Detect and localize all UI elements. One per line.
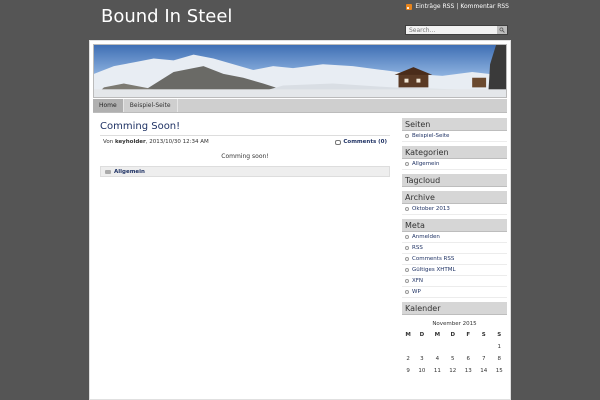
calendar-cell <box>402 341 414 353</box>
calendar-day-header: D <box>450 332 456 338</box>
bullet-icon <box>405 257 409 261</box>
calendar-cell <box>414 341 429 353</box>
calendar-day-header: S <box>497 332 502 338</box>
calendar-cell <box>430 341 445 353</box>
comments-link[interactable]: Comments (0) <box>335 139 387 145</box>
sidebar-item-wp[interactable]: WP <box>402 287 507 298</box>
bullet-icon <box>405 279 409 283</box>
calendar-cell: 2 <box>406 356 410 362</box>
search-box <box>405 25 508 35</box>
post-category-link[interactable]: Allgemein <box>114 169 145 175</box>
search-input[interactable] <box>406 26 497 34</box>
post-date: , 2013/10/30 12:34 AM <box>145 139 209 145</box>
nav-item-home[interactable]: Home <box>93 99 124 112</box>
calendar-cell: 4 <box>435 356 440 362</box>
calendar-cell <box>445 341 460 353</box>
calendar-cell: 10 <box>418 368 426 374</box>
calendar-cell <box>461 341 476 353</box>
widget-title-meta: Meta <box>402 219 507 232</box>
search-button[interactable] <box>497 26 507 34</box>
widget-title-kalender: Kalender <box>402 302 507 315</box>
search-icon <box>499 27 505 33</box>
calendar-cell: 15 <box>495 368 503 374</box>
post-title[interactable]: Comming Soon! <box>100 121 390 136</box>
calendar: November 2015 M D M D F S S 1 2 3 4 5 6 … <box>402 317 507 377</box>
sidebar-item-label[interactable]: Gültiges XHTML <box>412 267 456 273</box>
calendar-day-header: M <box>405 332 411 338</box>
calendar-cell: 8 <box>497 356 501 362</box>
sidebar-item-label[interactable]: Beispiel-Seite <box>412 133 449 139</box>
bullet-icon <box>405 290 409 294</box>
folder-icon <box>105 169 111 174</box>
calendar-cell: 6 <box>466 356 471 362</box>
rss-entries-link[interactable]: Einträge RSS <box>415 3 454 10</box>
widget-title-seiten: Seiten <box>402 118 507 131</box>
calendar-cell <box>476 341 491 353</box>
calendar-day-header: F <box>466 332 471 338</box>
calendar-day-header: D <box>419 332 425 338</box>
header-banner <box>93 44 507 98</box>
comments-label[interactable]: Comments (0) <box>343 139 387 145</box>
sidebar-item-beispiel-seite[interactable]: Beispiel-Seite <box>402 131 507 142</box>
bullet-icon <box>405 268 409 272</box>
rss-comments-link[interactable]: Kommentar RSS <box>460 3 509 10</box>
calendar-cell: 1 <box>497 344 501 350</box>
sidebar-item-label[interactable]: XFN <box>412 278 423 284</box>
post: Comming Soon! Von keyholder, 2013/10/30 … <box>100 121 390 177</box>
sidebar: Seiten Beispiel-Seite Kategorien Allgeme… <box>402 118 507 377</box>
widget-title-archive: Archive <box>402 191 507 204</box>
widget-title-tagcloud: Tagcloud <box>402 174 507 187</box>
main-nav: Home Beispiel-Seite <box>93 99 507 113</box>
bullet-icon <box>405 207 409 211</box>
sidebar-item-anmelden[interactable]: Anmelden <box>402 232 507 243</box>
post-body: Comming soon! <box>221 153 269 160</box>
calendar-cell: 7 <box>481 356 486 362</box>
site-title[interactable]: Bound In Steel <box>101 6 232 27</box>
bullet-icon <box>405 235 409 239</box>
bullet-icon <box>405 162 409 166</box>
calendar-cell: 12 <box>449 368 457 374</box>
calendar-cell: 5 <box>451 356 455 362</box>
calendar-day-header: S <box>481 332 486 338</box>
main-container: Home Beispiel-Seite Comming Soon! Von ke… <box>89 40 511 400</box>
sidebar-item-allgemein[interactable]: Allgemein <box>402 159 507 170</box>
sidebar-item-rss[interactable]: RSS <box>402 243 507 254</box>
nav-item-beispiel-seite[interactable]: Beispiel-Seite <box>124 99 178 112</box>
sidebar-item-label[interactable]: Anmelden <box>412 234 440 240</box>
calendar-cell: 3 <box>420 356 424 362</box>
calendar-week: 1 <box>402 341 507 353</box>
rss-separator: | <box>456 3 459 10</box>
calendar-cell: 9 <box>406 368 410 374</box>
rss-links: Einträge RSS | Kommentar RSS <box>406 3 509 10</box>
calendar-cell: 13 <box>464 368 472 374</box>
sidebar-item-label[interactable]: WP <box>412 289 421 295</box>
sidebar-item-label[interactable]: Allgemein <box>412 161 439 167</box>
calendar-cell: 11 <box>433 368 441 374</box>
sidebar-item-label[interactable]: RSS <box>412 245 423 251</box>
post-byline: Von keyholder, 2013/10/30 12:34 AM <box>103 139 209 145</box>
calendar-week: 9 10 11 12 13 14 15 <box>402 365 507 377</box>
comment-icon <box>335 139 342 145</box>
post-author[interactable]: keyholder <box>115 139 146 145</box>
calendar-week: 2 3 4 5 6 7 8 <box>402 353 507 365</box>
sidebar-item-xfn[interactable]: XFN <box>402 276 507 287</box>
sidebar-item-label[interactable]: Oktober 2013 <box>412 206 450 212</box>
sidebar-item-oktober-2013[interactable]: Oktober 2013 <box>402 204 507 215</box>
calendar-cell: 14 <box>480 368 488 374</box>
calendar-day-header: M <box>434 332 441 338</box>
post-footer: Allgemein <box>100 166 390 177</box>
bullet-icon <box>405 134 409 138</box>
calendar-caption: November 2015 <box>432 321 477 327</box>
sidebar-item-label[interactable]: Comments RSS <box>412 256 454 262</box>
rss-icon <box>406 3 413 10</box>
sidebar-item-xhtml[interactable]: Gültiges XHTML <box>402 265 507 276</box>
widget-title-kategorien: Kategorien <box>402 146 507 159</box>
bullet-icon <box>405 246 409 250</box>
sidebar-item-comments-rss[interactable]: Comments RSS <box>402 254 507 265</box>
author-prefix: Von <box>103 139 114 145</box>
post-meta: Von keyholder, 2013/10/30 12:34 AM Comme… <box>100 136 390 145</box>
